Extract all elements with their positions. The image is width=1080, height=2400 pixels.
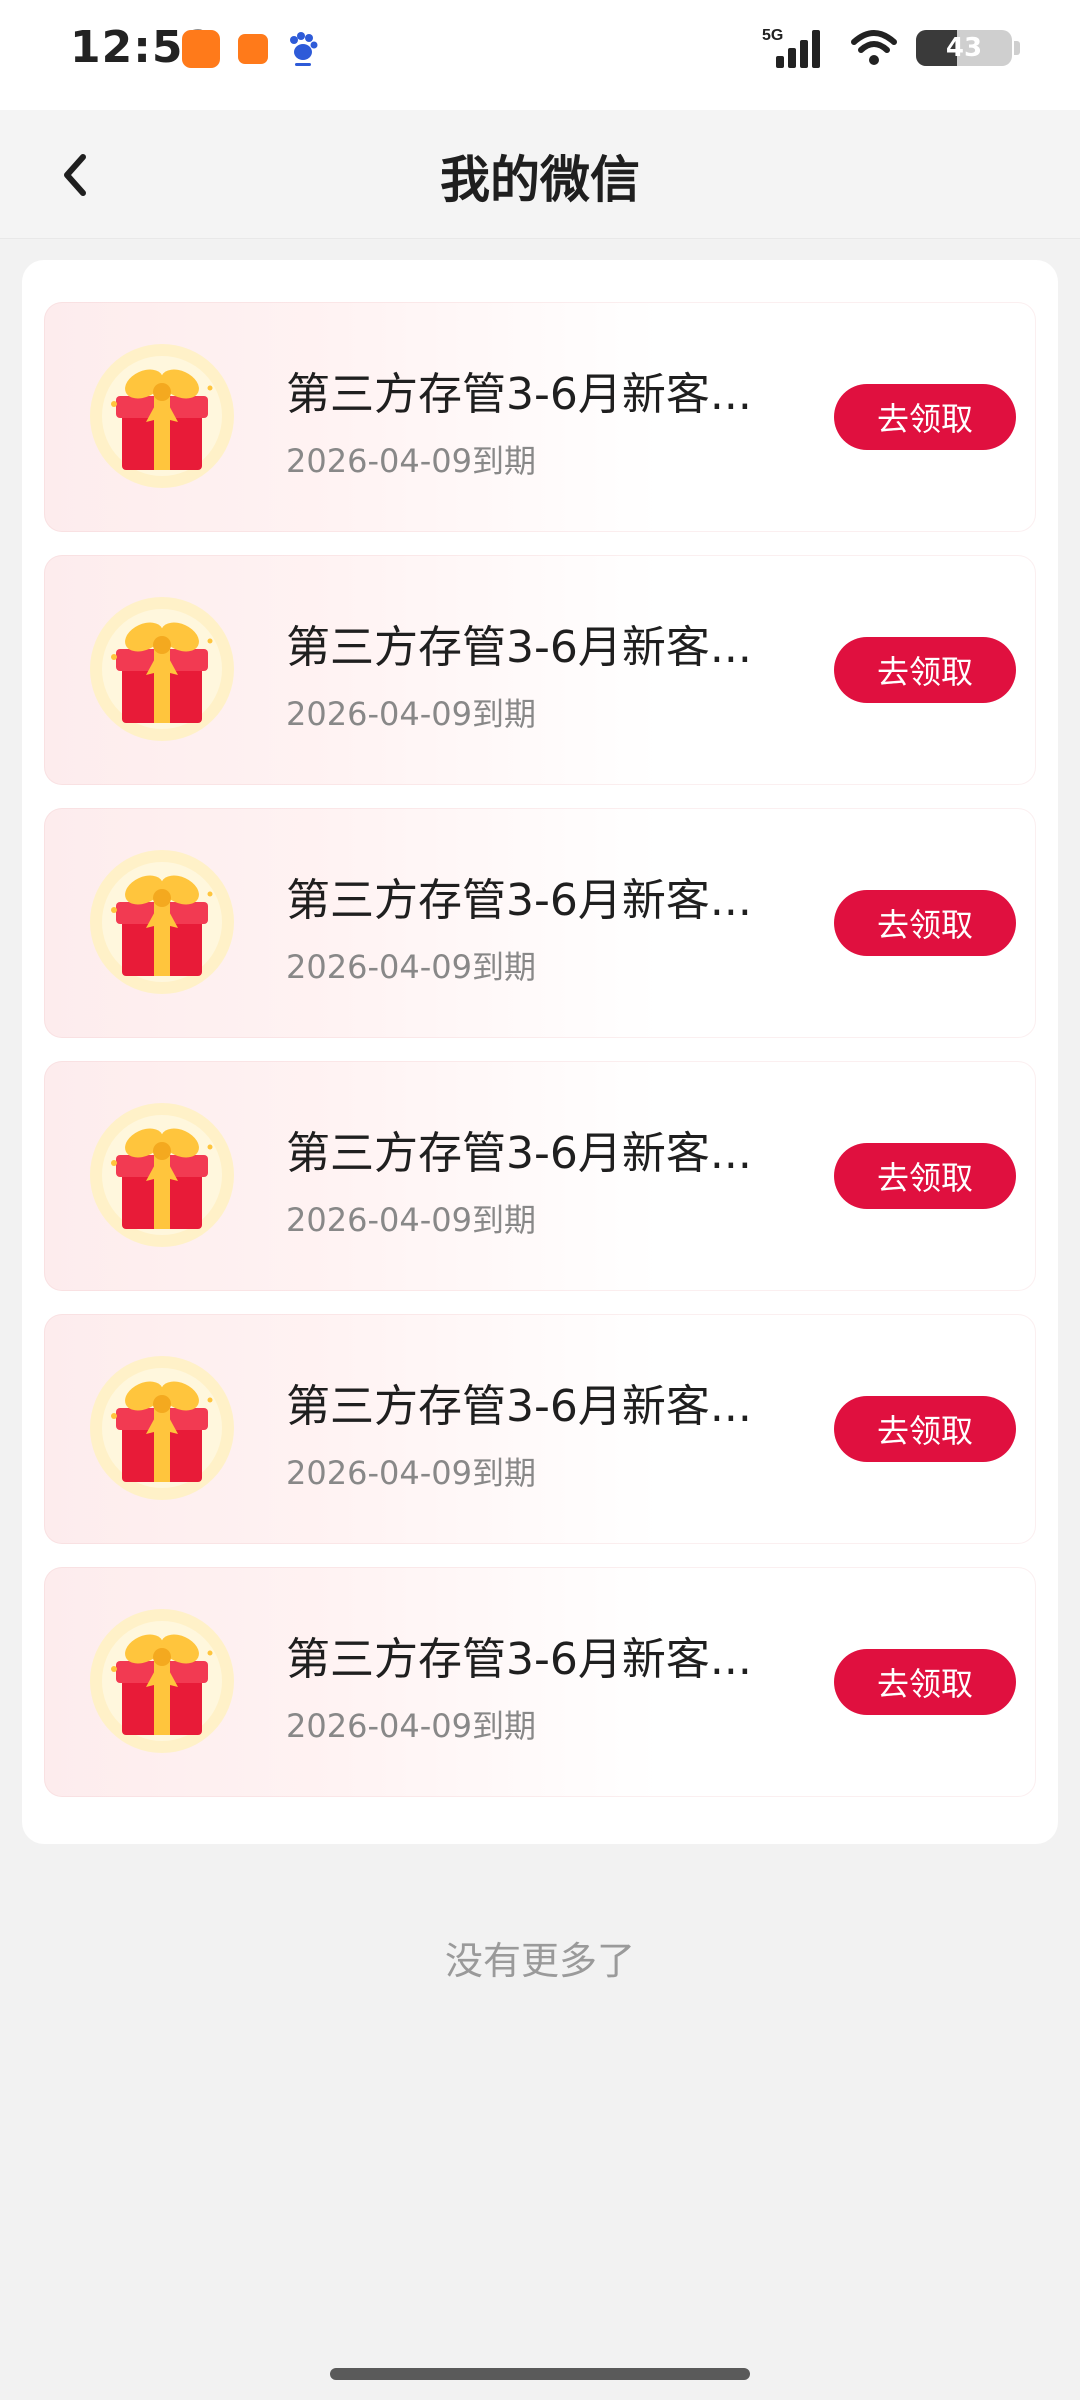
claim-button[interactable]: 去领取 bbox=[834, 1143, 1016, 1209]
coupon-title: 第三方存管3-6月新客... bbox=[286, 369, 752, 420]
gift-icon bbox=[90, 597, 234, 741]
coupon-item: 第三方存管3-6月新客... 2026-04-09到期 去领取 bbox=[44, 1567, 1036, 1797]
coupon-expiry-date: 2026-04-09到期 bbox=[286, 1707, 536, 1745]
battery-icon: 43 bbox=[916, 30, 1020, 66]
signal-icon: 5G bbox=[762, 27, 820, 68]
gift-icon bbox=[90, 1609, 234, 1753]
battery-tip bbox=[1014, 41, 1020, 55]
coupon-title: 第三方存管3-6月新客... bbox=[286, 622, 752, 673]
coupon-expiry-date: 2026-04-09到期 bbox=[286, 948, 536, 986]
claim-button[interactable]: 去领取 bbox=[834, 890, 1016, 956]
coupon-list-card: 第三方存管3-6月新客... 2026-04-09到期 去领取 第三方存管3-6… bbox=[22, 260, 1058, 1844]
shopping-app-icon bbox=[182, 30, 220, 68]
coupon-expiry-date: 2026-04-09到期 bbox=[286, 442, 536, 480]
coupon-item: 第三方存管3-6月新客... 2026-04-09到期 去领取 bbox=[44, 555, 1036, 785]
baidu-icon bbox=[290, 32, 318, 66]
claim-button[interactable]: 去领取 bbox=[834, 637, 1016, 703]
coupon-expiry-date: 2026-04-09到期 bbox=[286, 1454, 536, 1492]
shopping-app-small-icon bbox=[238, 34, 268, 64]
coupon-title: 第三方存管3-6月新客... bbox=[286, 1128, 752, 1179]
coupon-title: 第三方存管3-6月新客... bbox=[286, 875, 752, 926]
gift-icon bbox=[90, 1103, 234, 1247]
wifi-icon bbox=[851, 30, 897, 65]
page-title: 我的微信 bbox=[440, 151, 640, 209]
claim-button[interactable]: 去领取 bbox=[834, 1396, 1016, 1462]
nav-bar: 我的微信 bbox=[0, 110, 1080, 239]
battery-percent: 43 bbox=[945, 33, 983, 63]
coupon-item: 第三方存管3-6月新客... 2026-04-09到期 去领取 bbox=[44, 302, 1036, 532]
coupon-expiry-date: 2026-04-09到期 bbox=[286, 1201, 536, 1239]
coupon-item: 第三方存管3-6月新客... 2026-04-09到期 去领取 bbox=[44, 808, 1036, 1038]
coupon-title: 第三方存管3-6月新客... bbox=[286, 1381, 752, 1432]
status-notification-icons bbox=[182, 30, 320, 68]
no-more-text: 没有更多了 bbox=[444, 1939, 635, 1983]
coupon-item: 第三方存管3-6月新客... 2026-04-09到期 去领取 bbox=[44, 1314, 1036, 1544]
coupon-title: 第三方存管3-6月新客... bbox=[286, 1634, 752, 1685]
gift-icon bbox=[90, 1356, 234, 1500]
status-system-icons: 5G 43 bbox=[762, 26, 1020, 70]
status-bar: 12:52 5G 43 bbox=[0, 0, 1080, 110]
battery-indicator: 43 bbox=[916, 30, 1012, 66]
coupon-item: 第三方存管3-6月新客... 2026-04-09到期 去领取 bbox=[44, 1061, 1036, 1291]
coupon-expiry-date: 2026-04-09到期 bbox=[286, 695, 536, 733]
network-type-label: 5G bbox=[762, 27, 783, 44]
claim-button[interactable]: 去领取 bbox=[834, 1649, 1016, 1715]
home-indicator[interactable] bbox=[330, 2368, 750, 2380]
gift-icon bbox=[90, 850, 234, 994]
claim-button[interactable]: 去领取 bbox=[834, 384, 1016, 450]
gift-icon bbox=[90, 344, 234, 488]
